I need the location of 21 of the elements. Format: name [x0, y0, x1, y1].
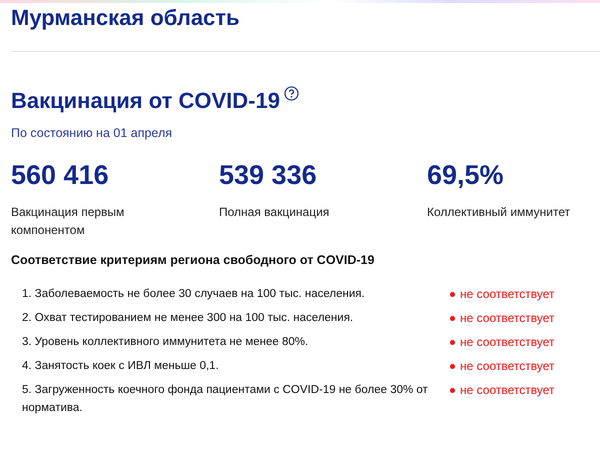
stat-value: 69,5% — [427, 159, 505, 191]
stat-label: Вакцинация первым компонентом — [11, 204, 126, 239]
stat-value: 560 416 — [11, 159, 110, 191]
date-caption: По состоянию на 01 апреля — [11, 126, 174, 140]
stat-label: Коллективный иммунитет — [427, 204, 572, 221]
criterion-text: 3. Уровень коллективного иммунитета не менее 80%. — [22, 335, 310, 350]
section-title: Вакцинация от COVID-19 — [11, 87, 280, 115]
status-text: не соответствует — [460, 358, 554, 375]
status-text: не соответствует — [460, 310, 554, 327]
stat-label: Полная вакцинация — [219, 204, 330, 221]
criteria-title: Соответствие критериям региона свободного от COVID-19 — [11, 253, 376, 267]
help-icon[interactable] — [284, 86, 299, 101]
criterion-text: 1. Заболеваемость не более 30 случаев на 100 тыс. населения. — [22, 287, 366, 302]
status-text: не соответствует — [460, 382, 554, 399]
criterion-text: 5. Загруженность коечного фонда пациентами с COVID-19 не более 30% от норматива. — [22, 383, 429, 416]
region-title: Мурманская область — [11, 4, 241, 31]
status-text: не соответствует — [460, 286, 554, 303]
stat-value: 539 336 — [219, 159, 318, 191]
criterion-text: 2. Охват тестированием не менее 300 на 100 тыс. населения. — [22, 311, 354, 326]
status-text: не соответствует — [460, 334, 554, 351]
criterion-text: 4. Занятость коек с ИВЛ меньше 0,1. — [22, 359, 220, 374]
